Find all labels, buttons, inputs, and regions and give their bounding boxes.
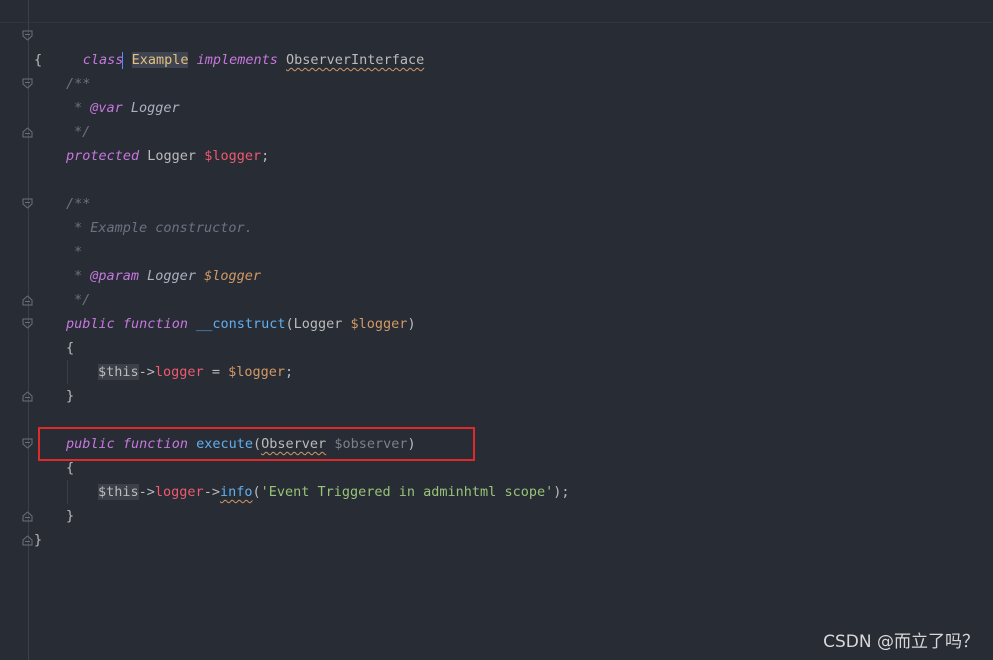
brace: { (66, 460, 75, 476)
fold-close-icon[interactable] (22, 384, 33, 408)
string-literal[interactable]: 'Event Triggered in adminhtml scope' (261, 484, 554, 500)
doc-comment: /** (66, 196, 91, 212)
brace: { (66, 340, 75, 356)
this-keyword: $this (98, 364, 139, 380)
assign-operator: = (203, 364, 229, 380)
code-line-6[interactable]: protected Logger $logger; (0, 144, 993, 168)
code-line-9[interactable]: * Example constructor. (0, 216, 993, 240)
doc-comment: * (74, 244, 83, 260)
code-line-1[interactable]: class Example implements ObserverInterfa… (0, 24, 993, 69)
doc-comment: */ (74, 124, 91, 140)
doc-comment: /** (66, 76, 91, 92)
code-line-7[interactable] (0, 168, 993, 192)
fold-open-icon[interactable] (22, 312, 33, 336)
arrow-operator: -> (138, 484, 155, 500)
code-line-14[interactable]: { (0, 336, 993, 360)
code-line-10[interactable]: * (0, 240, 993, 264)
code-line-2[interactable]: { (0, 48, 993, 72)
doc-comment: */ (74, 292, 91, 308)
annotation-highlight-box (38, 427, 475, 461)
brace: { (34, 52, 43, 68)
indent-guide (67, 360, 68, 384)
semicolon: ; (284, 364, 294, 380)
fold-open-icon[interactable] (22, 192, 33, 216)
brace: } (34, 532, 43, 548)
code-line-12[interactable]: */ (0, 288, 993, 312)
doc-comment: * Example constructor. (74, 220, 253, 236)
doc-comment: * (74, 268, 91, 284)
method-name[interactable]: __construct (196, 316, 285, 332)
arrow-operator: -> (138, 364, 155, 380)
brace: } (66, 388, 75, 404)
code-line-15[interactable]: $this->logger = $logger; (0, 360, 993, 384)
code-line-16[interactable]: } (0, 384, 993, 408)
fold-close-icon[interactable] (22, 504, 33, 528)
fold-open-icon[interactable] (22, 432, 33, 456)
watermark-text: CSDN @而立了吗？ (823, 632, 979, 652)
fold-open-icon[interactable] (22, 72, 33, 96)
type-name: Logger (139, 148, 205, 164)
doc-comment: * (74, 100, 91, 116)
doc-param: $logger (204, 268, 261, 284)
code-line-5[interactable]: */ (0, 120, 993, 144)
doc-tag: @param (90, 268, 140, 284)
parameter[interactable]: $logger (351, 316, 408, 332)
property-access[interactable]: logger (155, 484, 204, 500)
indent-guide (67, 480, 68, 504)
code-line-22[interactable]: } (0, 528, 993, 552)
doc-tag: @var (90, 100, 123, 116)
keyword: function (122, 316, 188, 332)
code-line-8[interactable]: /** (0, 192, 993, 216)
editor-top-band (0, 0, 993, 23)
semicolon: ; (261, 148, 270, 164)
doc-type: Logger (122, 100, 180, 116)
code-line-4[interactable]: * @var Logger (0, 96, 993, 120)
property-access[interactable]: logger (155, 364, 204, 380)
fold-close-icon[interactable] (22, 120, 33, 144)
code-line-21[interactable]: } (0, 504, 993, 528)
doc-type: Logger (139, 268, 205, 284)
code-line-3[interactable]: /** (0, 72, 993, 96)
code-line-13[interactable]: public function __construct(Logger $logg… (0, 312, 993, 336)
keyword: protected (66, 148, 140, 164)
keyword: public (66, 316, 115, 332)
method-call[interactable]: info (220, 484, 253, 500)
paren: ) (407, 316, 416, 332)
property-variable[interactable]: $logger (204, 148, 261, 164)
code-line-11[interactable]: * @param Logger $logger (0, 264, 993, 288)
fold-open-icon[interactable] (22, 24, 33, 48)
arrow-operator: -> (203, 484, 220, 500)
this-keyword: $this (98, 484, 139, 500)
code-line-20[interactable]: $this->logger->info('Event Triggered in … (0, 480, 993, 504)
paren-semicolon: ); (553, 484, 570, 500)
param-type: (Logger (285, 316, 351, 332)
paren: ( (252, 484, 261, 500)
fold-close-icon[interactable] (22, 528, 33, 552)
parameter[interactable]: $logger (228, 364, 285, 380)
fold-close-icon[interactable] (22, 288, 33, 312)
code-editor[interactable]: class Example implements ObserverInterfa… (0, 0, 993, 660)
brace: } (66, 508, 75, 524)
